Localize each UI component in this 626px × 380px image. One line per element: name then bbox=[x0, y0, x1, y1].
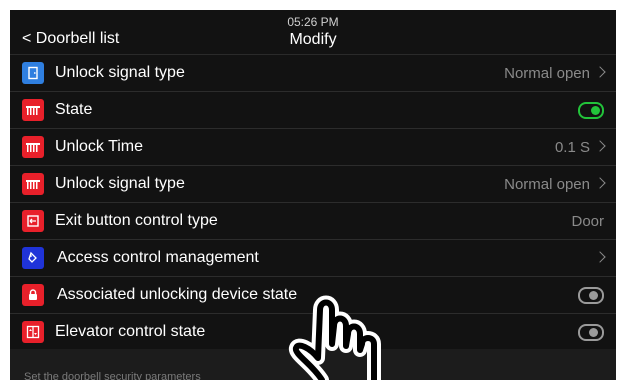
header: < Doorbell list 05:26 PM Modify bbox=[10, 10, 616, 55]
row-label: Exit button control type bbox=[55, 212, 218, 229]
row-unlock-signal-type-2[interactable]: Unlock signal type Normal open bbox=[10, 166, 616, 203]
row-label: Unlock signal type bbox=[55, 175, 185, 192]
footer: Set the doorbell security parameters bbox=[10, 349, 616, 380]
row-value: Normal open bbox=[504, 176, 590, 193]
toggle-knob bbox=[591, 106, 600, 115]
chevron-right-icon bbox=[594, 251, 606, 263]
toggle-knob bbox=[589, 328, 598, 337]
settings-list: Unlock signal type Normal open State Unl… bbox=[10, 55, 616, 351]
row-label: Access control management bbox=[57, 249, 259, 266]
row-elevator-control-state: Elevator control state bbox=[10, 314, 616, 351]
state-toggle[interactable] bbox=[578, 102, 604, 119]
chevron-right-icon bbox=[594, 177, 606, 189]
row-value: 0.1 S bbox=[554, 139, 590, 156]
elevator-control-toggle[interactable] bbox=[578, 324, 604, 341]
chevron-right-icon bbox=[594, 140, 606, 152]
gate-icon bbox=[22, 99, 44, 121]
row-value: Normal open bbox=[504, 65, 590, 82]
elevator-icon bbox=[22, 321, 44, 343]
row-label: Unlock Time bbox=[55, 138, 144, 155]
door-icon bbox=[22, 62, 44, 84]
associated-device-toggle[interactable] bbox=[578, 287, 604, 304]
gate-icon bbox=[22, 136, 44, 158]
row-label: Unlock signal type bbox=[55, 64, 185, 81]
lock-icon bbox=[22, 284, 44, 306]
page-title: Modify bbox=[289, 31, 337, 48]
row-unlock-time[interactable]: Unlock Time 0.1 S bbox=[10, 129, 616, 166]
row-label: State bbox=[55, 101, 93, 118]
row-unlock-signal-type-1[interactable]: Unlock signal type Normal open bbox=[10, 55, 616, 92]
footer-hint: Set the doorbell security parameters bbox=[24, 371, 201, 380]
row-associated-unlocking-device-state: Associated unlocking device state bbox=[10, 277, 616, 314]
row-label: Elevator control state bbox=[55, 323, 206, 340]
tag-icon bbox=[22, 247, 44, 269]
toggle-knob bbox=[589, 291, 598, 300]
row-label: Associated unlocking device state bbox=[57, 286, 298, 303]
row-exit-button-control-type[interactable]: Exit button control type Door bbox=[10, 203, 616, 240]
exit-button-icon bbox=[22, 210, 44, 232]
row-access-control-management[interactable]: Access control management bbox=[10, 240, 616, 277]
row-value: Door bbox=[571, 213, 604, 230]
screen: < Doorbell list 05:26 PM Modify Unlock s… bbox=[10, 10, 616, 380]
chevron-right-icon bbox=[594, 66, 606, 78]
row-state: State bbox=[10, 92, 616, 129]
status-time: 05:26 PM bbox=[287, 15, 339, 29]
gate-icon bbox=[22, 173, 44, 195]
